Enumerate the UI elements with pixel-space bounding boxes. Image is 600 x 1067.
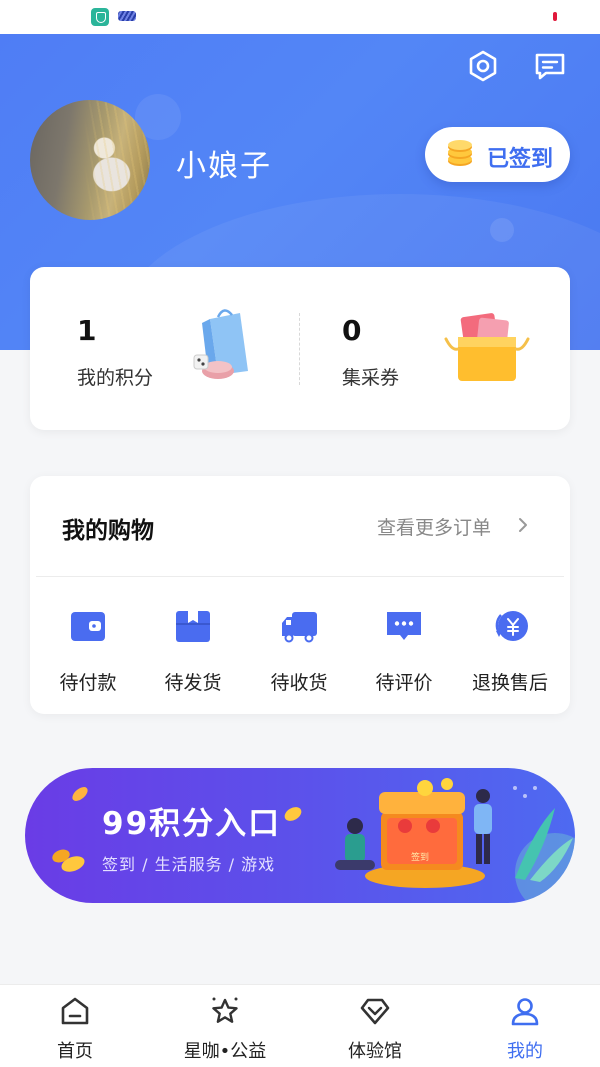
shopping-title: 我的购物: [62, 518, 154, 544]
status-bar: [0, 0, 600, 34]
chevron-right-icon: [519, 518, 527, 532]
app-notification-icon: [118, 11, 136, 21]
order-pending-payment-label: 待付款: [59, 672, 117, 694]
package-icon: [176, 611, 210, 642]
coins-icon: [448, 140, 472, 166]
nav-starcafe-charity-label: 星咖•公益: [183, 1041, 267, 1062]
nav-mine-label: 我的: [507, 1041, 543, 1062]
order-pending-shipment-label: 待发货: [164, 672, 222, 694]
order-pending-shipment[interactable]: 待发货: [143, 604, 243, 700]
chest-label: 签到: [411, 851, 429, 863]
shopping-bag-illustration-icon: [193, 309, 248, 379]
nav-home[interactable]: 首页: [0, 985, 150, 1067]
header-decoration: [490, 218, 514, 242]
points-value: 1: [77, 314, 97, 347]
treasure-chest-illustration-icon: 签到: [335, 778, 573, 888]
wallet-icon: [71, 612, 105, 641]
signin-button[interactable]: 已签到: [425, 127, 570, 182]
points-entry-banner[interactable]: 99积分入口 签到 / 生活服务 / 游戏 签到: [25, 768, 575, 903]
nav-starcafe-charity[interactable]: 星咖•公益: [150, 985, 300, 1067]
points-section[interactable]: 1 我的积分: [30, 267, 299, 430]
order-pending-payment[interactable]: 待付款: [38, 604, 138, 700]
bottom-navigation: 首页 星咖•公益 体验馆 我的: [0, 984, 600, 1067]
star-icon: [212, 997, 238, 1023]
truck-icon: [282, 612, 317, 643]
order-pending-receipt-label: 待收货: [270, 672, 328, 694]
settings-button[interactable]: [465, 48, 501, 84]
messages-button[interactable]: [532, 48, 568, 84]
order-pending-review[interactable]: 待评价: [354, 604, 454, 700]
order-after-sales-label: 退换售后: [471, 672, 548, 694]
banner-subtitle: 签到 / 生活服务 / 游戏: [102, 855, 276, 874]
user-icon: [511, 998, 539, 1026]
points-label: 我的积分: [77, 367, 154, 389]
coupons-section[interactable]: 0 集采券: [300, 267, 570, 430]
home-icon: [61, 997, 89, 1025]
nav-home-label: 首页: [57, 1041, 93, 1062]
username: 小娘子: [176, 149, 272, 184]
nav-experience-hall-label: 体验馆: [348, 1041, 402, 1062]
message-icon: [535, 53, 565, 80]
nav-experience-hall[interactable]: 体验馆: [300, 985, 450, 1067]
points-card: 1 我的积分 0 集采券: [30, 267, 570, 430]
shopping-card: 我的购物 查看更多订单 待付款 待发货 待收货 待评价 退换售后: [30, 476, 570, 714]
coupons-label: 集采券: [342, 367, 400, 389]
order-after-sales[interactable]: 退换售后: [460, 604, 560, 700]
gear-icon: [469, 50, 497, 82]
signin-label: 已签到: [487, 147, 554, 172]
diamond-icon: [360, 998, 390, 1025]
avatar[interactable]: [30, 100, 150, 220]
coupons-value: 0: [342, 314, 362, 347]
coupon-box-illustration-icon: [444, 313, 530, 381]
shield-notification-icon: [91, 8, 109, 26]
banner-title: 99积分入口: [102, 806, 282, 842]
order-pending-review-label: 待评价: [375, 672, 433, 694]
battery-indicator-icon: [553, 12, 557, 21]
comment-icon: [387, 612, 421, 640]
divider: [36, 576, 564, 577]
refund-icon: [495, 611, 528, 641]
order-pending-receipt[interactable]: 待收货: [249, 604, 349, 700]
view-more-orders-link[interactable]: 查看更多订单: [377, 513, 491, 540]
nav-mine[interactable]: 我的: [450, 985, 600, 1067]
